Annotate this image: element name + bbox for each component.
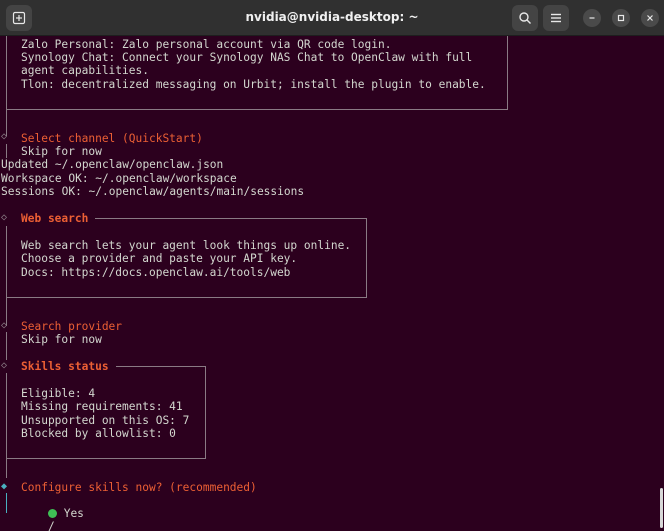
web-search-title: Web search	[21, 212, 89, 225]
select-channel-title: Select channel (QuickStart)	[21, 132, 203, 145]
web-search-bottom-border	[6, 297, 367, 298]
step-connector	[6, 332, 7, 360]
step-connector	[6, 144, 7, 158]
skills-status-left-border	[6, 373, 7, 478]
configure-skills-question: Configure skills now? (recommended)	[21, 481, 257, 494]
step-diamond-icon: ◇	[1, 212, 8, 223]
channel-box-right-border	[507, 36, 508, 110]
select-channel-value: Skip for now	[21, 145, 102, 158]
channel-box-line: Synology Chat: Connect your Synology NAS…	[21, 51, 473, 64]
step-diamond-icon: ◇	[1, 320, 8, 331]
skills-status-title: Skills status	[21, 360, 109, 373]
skills-status-line: Blocked by allowlist: 0	[21, 427, 176, 440]
channel-box-line: Tlon: decentralized messaging on Urbit; …	[21, 78, 486, 91]
close-button[interactable]	[641, 9, 659, 27]
new-tab-button[interactable]	[6, 5, 32, 31]
search-icon	[519, 12, 531, 24]
close-icon	[647, 15, 653, 21]
channel-box-line: agent capabilities.	[21, 64, 149, 77]
hamburger-menu-icon	[551, 13, 561, 23]
terminal-output[interactable]: Zalo Personal: Zalo personal account via…	[0, 36, 664, 531]
skills-status-line: Eligible: 4	[21, 387, 96, 400]
yes-no-options: Yes / No	[47, 507, 84, 531]
web-search-right-border	[366, 218, 367, 298]
web-search-line: Choose a provider and paste your API key…	[21, 252, 298, 265]
menu-button[interactable]	[543, 5, 569, 31]
status-line: Workspace OK: ~/.openclaw/workspace	[1, 172, 237, 185]
maximize-icon	[617, 14, 625, 22]
skills-status-bottom-border	[6, 458, 206, 459]
skills-status-line: Unsupported on this OS: 7	[21, 414, 190, 427]
radio-selected-icon	[47, 509, 57, 518]
step-diamond-icon: ◇	[1, 131, 8, 142]
skills-status-line: Missing requirements: 41	[21, 400, 183, 413]
minimize-button[interactable]	[583, 9, 601, 27]
maximize-button[interactable]	[612, 9, 630, 27]
web-search-top-border	[95, 218, 367, 219]
search-button[interactable]	[512, 5, 538, 31]
prompt-connector	[6, 493, 7, 513]
terminal-scrollbar[interactable]	[660, 488, 663, 528]
minimize-icon	[589, 17, 595, 19]
search-provider-value: Skip for now	[21, 333, 102, 346]
channel-box-line: Zalo Personal: Zalo personal account via…	[21, 38, 392, 51]
active-step-diamond-icon: ◆	[1, 481, 8, 492]
web-search-line: Web search lets your agent look things u…	[21, 239, 352, 252]
search-provider-title: Search provider	[21, 320, 123, 333]
web-search-left-border	[6, 226, 7, 326]
web-search-docs-link[interactable]: Docs: https://docs.openclaw.ai/tools/web	[21, 266, 290, 279]
skills-status-top-border	[116, 366, 206, 367]
yes-option[interactable]: Yes	[47, 507, 84, 520]
status-line: Updated ~/.openclaw/openclaw.json	[1, 158, 224, 171]
channel-box-left-border	[6, 36, 7, 136]
status-line: Sessions OK: ~/.openclaw/agents/main/ses…	[1, 185, 305, 198]
new-tab-icon	[12, 11, 26, 25]
skills-status-right-border	[205, 366, 206, 459]
channel-box-bottom-border	[6, 109, 508, 110]
title-bar: nvidia@nvidia-desktop: ~	[0, 0, 664, 36]
step-diamond-icon: ◇	[1, 360, 8, 371]
